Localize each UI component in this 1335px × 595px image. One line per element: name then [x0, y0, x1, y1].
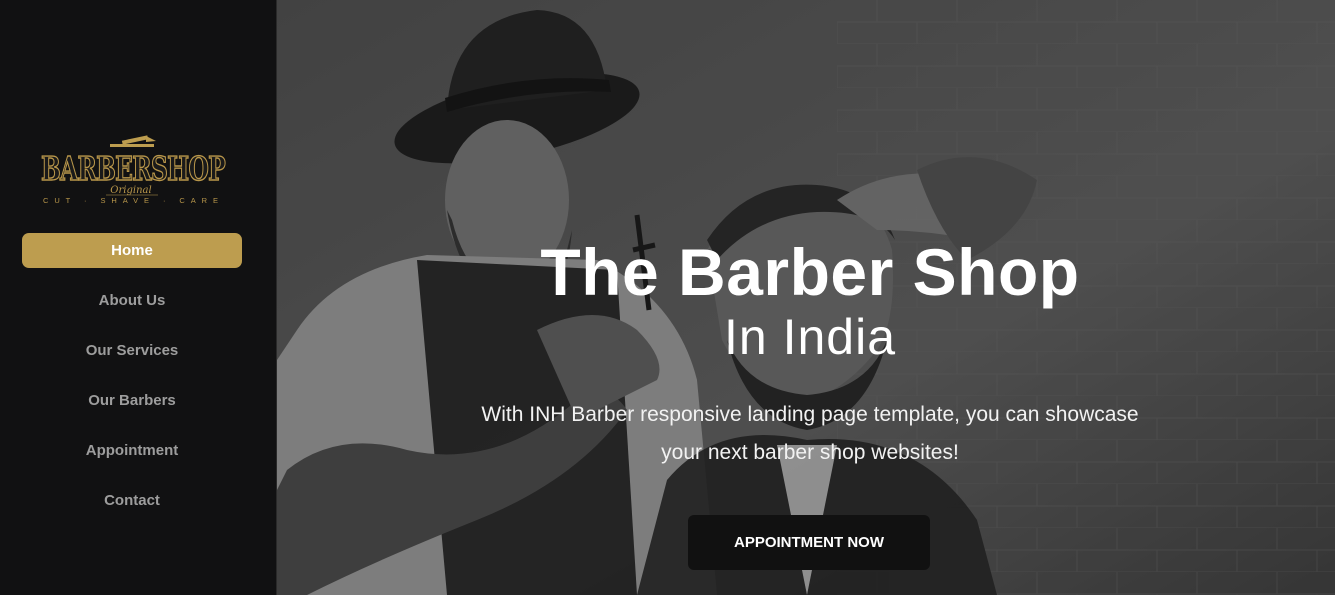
- logo-script: Original: [110, 185, 151, 196]
- hero-title: The Barber Shop: [540, 235, 1080, 309]
- page: BARBERSHOP Original CUT · SHAVE · CARE H…: [0, 0, 1335, 595]
- sidebar-item-our-barbers[interactable]: Our Barbers: [22, 383, 242, 418]
- sidebar-item-contact[interactable]: Contact: [22, 483, 242, 518]
- sidebar-item-appointment[interactable]: Appointment: [22, 433, 242, 468]
- logo-tagline: CUT · SHAVE · CARE: [43, 196, 223, 205]
- sidebar-item-about-us[interactable]: About Us: [22, 283, 242, 318]
- sidebar-item-home[interactable]: Home: [22, 233, 242, 268]
- sidebar-nav: Home About Us Our Services Our Barbers A…: [22, 233, 242, 533]
- razor-icon: [110, 135, 156, 147]
- hero-description: With INH Barber responsive landing page …: [481, 403, 1139, 464]
- logo-word: BARBERSHOP: [41, 149, 225, 188]
- sidebar: BARBERSHOP Original CUT · SHAVE · CARE H…: [0, 0, 277, 595]
- hero-content: The Barber Shop In India With INH Barber…: [437, 232, 1183, 472]
- hero-section: The Barber Shop In India With INH Barber…: [277, 0, 1335, 595]
- appointment-now-button[interactable]: APPOINTMENT NOW: [688, 515, 930, 570]
- barbershop-logo[interactable]: BARBERSHOP Original CUT · SHAVE · CARE: [38, 132, 228, 208]
- sidebar-item-our-services[interactable]: Our Services: [22, 333, 242, 368]
- hero-subtitle: In India: [723, 309, 896, 365]
- logo-graphic: BARBERSHOP Original CUT · SHAVE · CARE: [40, 135, 227, 205]
